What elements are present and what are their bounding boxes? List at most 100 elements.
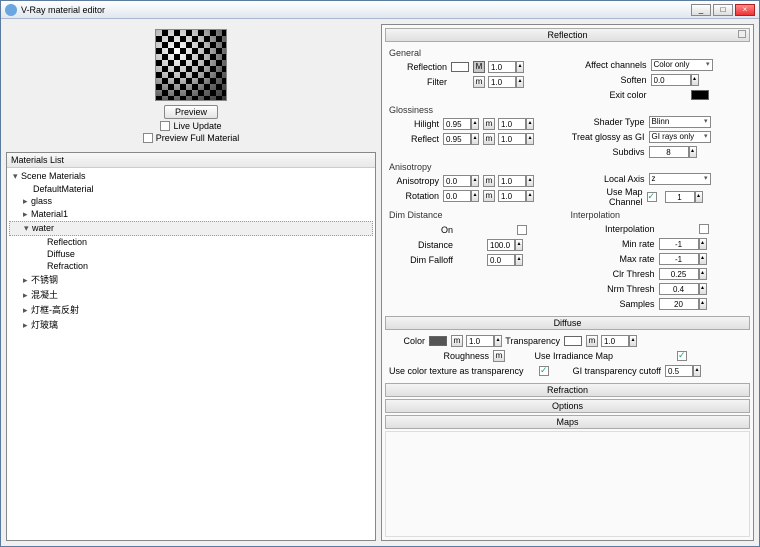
section-options-header[interactable]: Options bbox=[385, 399, 750, 413]
spinner[interactable]: ▴ bbox=[494, 335, 502, 347]
section-maps-header[interactable]: Maps bbox=[385, 415, 750, 429]
rotation-mult[interactable] bbox=[498, 190, 526, 202]
shader-type-select[interactable]: Blinn bbox=[649, 116, 711, 128]
spinner[interactable]: ▴ bbox=[526, 118, 534, 130]
spinner[interactable]: ▴ bbox=[699, 283, 707, 295]
tree-scene-materials[interactable]: ▾Scene Materials bbox=[9, 170, 373, 183]
tree-item-water[interactable]: ▾water bbox=[9, 221, 373, 236]
tree-item[interactable]: ▸混凝土 bbox=[9, 287, 373, 302]
spinner[interactable]: ▴ bbox=[526, 190, 534, 202]
minimize-button[interactable]: _ bbox=[691, 4, 711, 16]
group-anisotropy: Anisotropy bbox=[389, 162, 565, 172]
on-label: On bbox=[389, 225, 457, 235]
tree-item[interactable]: DefaultMaterial bbox=[9, 183, 373, 195]
roughness-label: Roughness bbox=[389, 351, 493, 361]
affect-channels-label: Affect channels bbox=[571, 60, 651, 70]
roughness-map-button[interactable]: m bbox=[493, 350, 505, 362]
clr-thresh-label: Clr Thresh bbox=[571, 269, 659, 279]
spinner[interactable]: ▴ bbox=[695, 191, 703, 203]
close-button[interactable]: × bbox=[735, 4, 755, 16]
subdivs-input[interactable] bbox=[649, 146, 689, 158]
live-update-checkbox[interactable] bbox=[160, 121, 170, 131]
section-refraction-header[interactable]: Refraction bbox=[385, 383, 750, 397]
hilight-map-button[interactable]: m bbox=[483, 118, 495, 130]
interpolation-checkbox[interactable] bbox=[699, 224, 709, 234]
gi-cutoff-input[interactable] bbox=[665, 365, 693, 377]
samples-input[interactable] bbox=[659, 298, 699, 310]
dim-on-checkbox[interactable] bbox=[517, 225, 527, 235]
reflection-mult[interactable] bbox=[488, 61, 516, 73]
tree-item[interactable]: ▸灯玻璃 bbox=[9, 317, 373, 332]
tree-item[interactable]: ▸Material1 bbox=[9, 208, 373, 221]
filter-mult[interactable] bbox=[488, 76, 516, 88]
spinner[interactable]: ▴ bbox=[516, 76, 524, 88]
anisotropy-map-button[interactable]: m bbox=[483, 175, 495, 187]
materials-tree[interactable]: ▾Scene Materials DefaultMaterial ▸glass … bbox=[7, 168, 375, 540]
spinner[interactable]: ▴ bbox=[515, 254, 523, 266]
affect-channels-select[interactable]: Color only bbox=[651, 59, 713, 71]
spinner[interactable]: ▴ bbox=[699, 298, 707, 310]
map-channel-input[interactable] bbox=[665, 191, 695, 203]
exit-color-swatch[interactable] bbox=[691, 90, 709, 100]
reflection-color[interactable] bbox=[451, 62, 469, 72]
section-reflection-header[interactable]: Reflection bbox=[385, 28, 750, 42]
reflection-map-button[interactable]: M bbox=[473, 61, 485, 73]
spinner[interactable]: ▴ bbox=[693, 365, 701, 377]
soften-input[interactable] bbox=[651, 74, 691, 86]
hilight-input[interactable] bbox=[443, 118, 471, 130]
min-rate-input[interactable] bbox=[659, 238, 699, 250]
diffuse-color-swatch[interactable] bbox=[429, 336, 447, 346]
tree-item[interactable]: ▸glass bbox=[9, 195, 373, 208]
hilight-mult[interactable] bbox=[498, 118, 526, 130]
spinner[interactable]: ▴ bbox=[471, 175, 479, 187]
tree-item[interactable]: Diffuse bbox=[9, 248, 373, 260]
tree-item[interactable]: ▸不锈钢 bbox=[9, 272, 373, 287]
maximize-button[interactable]: □ bbox=[713, 4, 733, 16]
transparency-mult[interactable] bbox=[601, 335, 629, 347]
spinner[interactable]: ▴ bbox=[471, 190, 479, 202]
spinner[interactable]: ▴ bbox=[471, 118, 479, 130]
transparency-map-button[interactable]: m bbox=[586, 335, 598, 347]
local-axis-select[interactable]: z bbox=[649, 173, 711, 185]
rotation-map-button[interactable]: m bbox=[483, 190, 495, 202]
reflect-input[interactable] bbox=[443, 133, 471, 145]
color-map-button[interactable]: m bbox=[451, 335, 463, 347]
use-color-texture-checkbox[interactable] bbox=[539, 366, 549, 376]
nrm-thresh-input[interactable] bbox=[659, 283, 699, 295]
spinner[interactable]: ▴ bbox=[691, 74, 699, 86]
clr-thresh-input[interactable] bbox=[659, 268, 699, 280]
use-map-channel-checkbox[interactable] bbox=[647, 192, 657, 202]
tree-item[interactable]: Refraction bbox=[9, 260, 373, 272]
distance-input[interactable] bbox=[487, 239, 515, 251]
use-irradiance-checkbox[interactable] bbox=[677, 351, 687, 361]
preview-full-checkbox[interactable] bbox=[143, 133, 153, 143]
transparency-swatch[interactable] bbox=[564, 336, 582, 346]
max-rate-input[interactable] bbox=[659, 253, 699, 265]
spinner[interactable]: ▴ bbox=[516, 61, 524, 73]
preview-button[interactable]: Preview bbox=[164, 105, 218, 119]
spinner[interactable]: ▴ bbox=[526, 175, 534, 187]
spinner[interactable]: ▴ bbox=[689, 146, 697, 158]
reflect-map-button[interactable]: m bbox=[483, 133, 495, 145]
section-diffuse-header[interactable]: Diffuse bbox=[385, 316, 750, 330]
anisotropy-mult[interactable] bbox=[498, 175, 526, 187]
spinner[interactable]: ▴ bbox=[699, 238, 707, 250]
tree-item[interactable]: Reflection bbox=[9, 236, 373, 248]
spinner[interactable]: ▴ bbox=[699, 268, 707, 280]
reflect-mult[interactable] bbox=[498, 133, 526, 145]
tree-item[interactable]: ▸灯框-高反射 bbox=[9, 302, 373, 317]
spinner[interactable]: ▴ bbox=[526, 133, 534, 145]
spinner[interactable]: ▴ bbox=[515, 239, 523, 251]
treat-glossy-select[interactable]: GI rays only bbox=[649, 131, 711, 143]
color-mult[interactable] bbox=[466, 335, 494, 347]
rotation-input[interactable] bbox=[443, 190, 471, 202]
spinner[interactable]: ▴ bbox=[699, 253, 707, 265]
spinner[interactable]: ▴ bbox=[471, 133, 479, 145]
spinner[interactable]: ▴ bbox=[629, 335, 637, 347]
group-general: General bbox=[389, 48, 565, 58]
use-irradiance-label: Use Irradiance Map bbox=[505, 351, 617, 361]
dim-falloff-input[interactable] bbox=[487, 254, 515, 266]
anisotropy-input[interactable] bbox=[443, 175, 471, 187]
filter-map-button[interactable]: m bbox=[473, 76, 485, 88]
nrm-thresh-label: Nrm Thresh bbox=[571, 284, 659, 294]
